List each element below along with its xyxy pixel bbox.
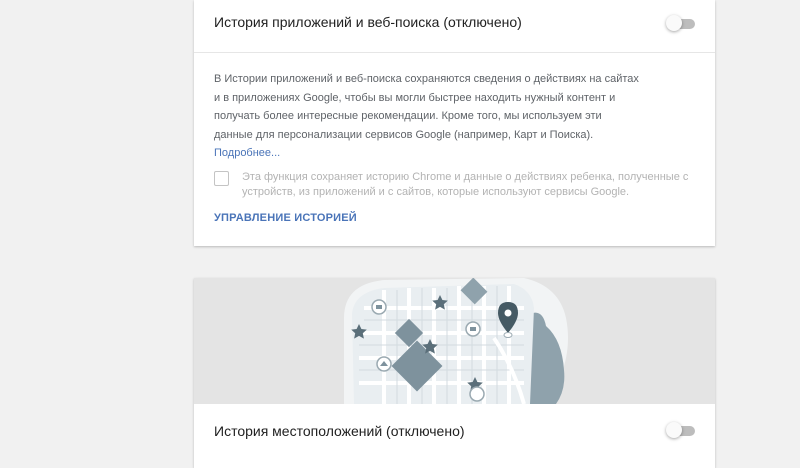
toggle-knob bbox=[666, 422, 682, 438]
location-history-toggle[interactable] bbox=[666, 422, 696, 440]
learn-more-link[interactable]: Подробнее... bbox=[214, 144, 684, 163]
description-line: данные для персонализации сервисов Googl… bbox=[214, 128, 594, 141]
toggle-knob bbox=[666, 15, 682, 31]
web-app-activity-title: История приложений и веб-поиска (отключе… bbox=[214, 14, 522, 30]
map-illustration bbox=[194, 278, 715, 404]
manage-history-link[interactable]: Управление историей bbox=[214, 212, 357, 224]
location-history-title: История местоположений (отключено) bbox=[214, 423, 465, 439]
chrome-history-checkbox[interactable] bbox=[214, 171, 229, 186]
chrome-history-checkbox-label: Эта функция сохраняет историю Chrome и д… bbox=[242, 170, 704, 200]
poi-icon bbox=[469, 386, 485, 402]
web-app-activity-description: В Истории приложений и веб-поиска сохран… bbox=[214, 70, 684, 163]
location-history-setting-row[interactable]: История местоположений (отключено) bbox=[194, 404, 715, 456]
description-line: В Истории приложений и веб-поиска сохран… bbox=[214, 73, 639, 85]
web-app-activity-setting-row[interactable]: История приложений и веб-поиска (отключе… bbox=[194, 0, 715, 53]
description-line: и в приложениях Google, чтобы вы могли б… bbox=[214, 91, 616, 104]
checkbox-label-line: Эта функция сохраняет историю Chrome и д… bbox=[242, 171, 689, 183]
checkbox-label-line: устройств, из приложений и с сайтов, кот… bbox=[242, 186, 630, 198]
location-history-card: История местоположений (отключено) bbox=[194, 278, 715, 468]
web-app-activity-toggle[interactable] bbox=[666, 15, 696, 33]
map-illustration-svg bbox=[344, 278, 568, 404]
description-line: получать более интересные рекомендации. … bbox=[214, 110, 602, 122]
web-app-activity-card: История приложений и веб-поиска (отключе… bbox=[194, 0, 715, 246]
